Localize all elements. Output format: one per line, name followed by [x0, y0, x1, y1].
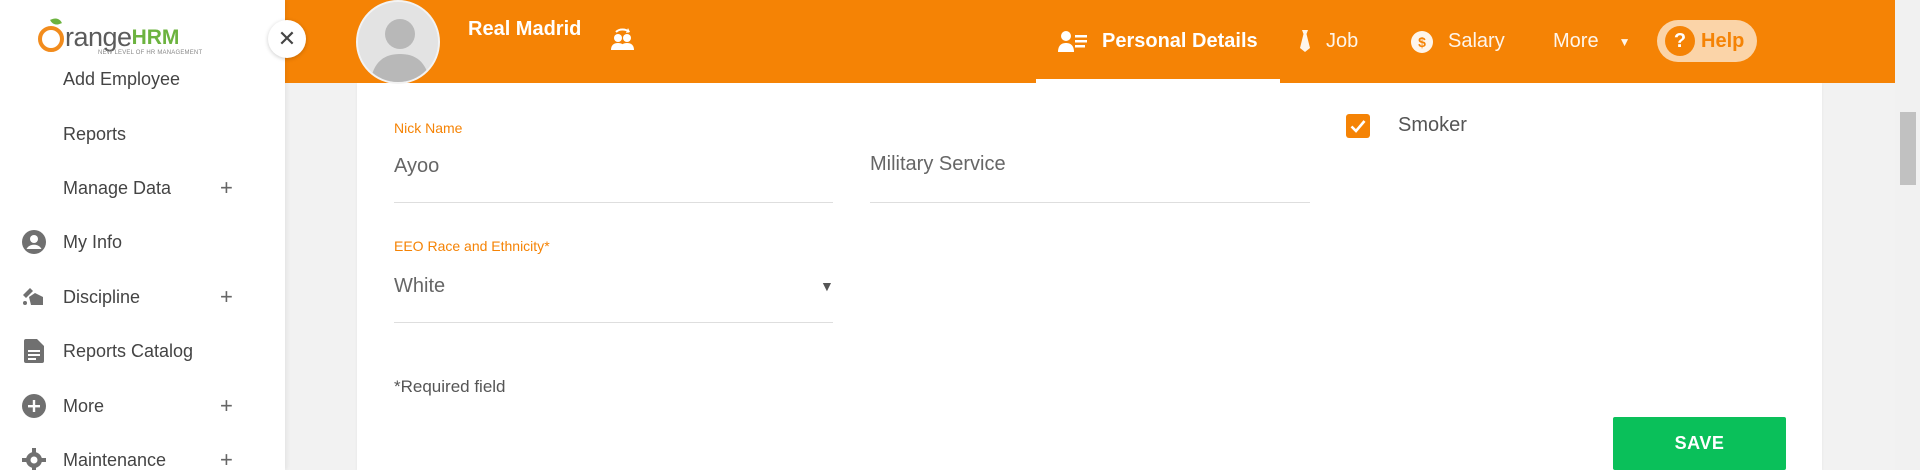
tab-personal-details[interactable]: Personal Details	[1058, 0, 1258, 83]
sidebar: range HRM NEW LEVEL OF HR MANAGEMENT Add…	[0, 0, 285, 470]
sidebar-item-manage-data[interactable]: Manage Data +	[0, 168, 285, 208]
nick-name-underline	[394, 202, 833, 203]
military-service-underline	[870, 202, 1310, 203]
tie-icon	[1298, 29, 1312, 54]
svg-text:$: $	[1418, 34, 1426, 50]
tab-label: Job	[1326, 30, 1359, 52]
help-icon: ?	[1665, 26, 1695, 56]
sidebar-item-label: Reports	[63, 123, 127, 144]
document-icon	[21, 338, 47, 364]
sidebar-item-label: My Info	[63, 231, 123, 252]
tab-salary[interactable]: $ Salary	[1410, 0, 1505, 83]
avatar-placeholder-icon	[358, 2, 438, 82]
user-circle-icon	[21, 229, 47, 255]
smoker-label: Smoker	[1398, 114, 1467, 136]
switch-employee-icon[interactable]	[608, 24, 636, 52]
military-service-input[interactable]: Military Service	[870, 153, 1006, 176]
active-tab-indicator	[1036, 79, 1280, 83]
caret-down-icon: ▼	[1618, 34, 1631, 49]
nick-name-label: Nick Name	[394, 120, 463, 136]
sidebar-item-reports-catalog[interactable]: Reports Catalog	[0, 331, 285, 371]
close-sidebar-button[interactable]: ✕	[268, 20, 306, 58]
tab-more[interactable]: More ▼	[1553, 0, 1630, 83]
nick-name-field: Nick Name	[394, 120, 462, 136]
help-label: Help	[1701, 29, 1745, 52]
sidebar-item-label: Maintenance	[63, 449, 167, 470]
required-asterisk: *	[544, 238, 550, 254]
employee-name: Real Madrid	[468, 18, 582, 40]
sidebar-item-maintenance[interactable]: Maintenance +	[0, 440, 285, 470]
scrollbar-thumb[interactable]	[1900, 112, 1916, 185]
sidebar-item-label: More	[63, 395, 105, 416]
expand-plus-icon[interactable]: +	[220, 175, 233, 201]
sidebar-item-label: Add Employee	[63, 68, 181, 89]
sidebar-item-add-employee[interactable]: Add Employee	[0, 59, 285, 99]
required-field-note: *Required field	[394, 377, 506, 396]
page-scrollbar[interactable]	[1895, 0, 1920, 470]
eeo-race-select[interactable]: White	[394, 275, 445, 298]
personal-details-icon	[1058, 30, 1088, 54]
help-button[interactable]: ? Help	[1657, 20, 1757, 62]
discipline-icon	[21, 284, 47, 310]
save-button[interactable]: SAVE	[1613, 417, 1786, 470]
avatar[interactable]	[356, 0, 440, 84]
close-icon: ✕	[277, 26, 297, 51]
expand-plus-icon[interactable]: +	[220, 447, 233, 470]
sidebar-item-label: Manage Data	[63, 177, 172, 198]
sidebar-item-my-info[interactable]: My Info	[0, 222, 285, 262]
sidebar-item-discipline[interactable]: Discipline +	[0, 277, 285, 317]
tab-label: More	[1553, 30, 1599, 52]
tab-label: Salary	[1448, 30, 1505, 52]
checkmark-icon	[1350, 120, 1366, 133]
dropdown-arrow-icon[interactable]: ▼	[820, 278, 834, 294]
logo-text: range	[65, 22, 132, 52]
eeo-race-label: EEO Race and Ethnicity	[394, 238, 545, 254]
personal-details-form-card	[357, 83, 1822, 470]
logo-orange-icon	[38, 26, 64, 52]
employee-header: Real Madrid Personal Details Job $ Salar…	[285, 0, 1895, 84]
sidebar-item-reports[interactable]: Reports	[0, 114, 285, 154]
eeo-race-field: EEO Race and Ethnicity*	[394, 238, 550, 254]
sidebar-item-more[interactable]: More +	[0, 386, 285, 426]
expand-plus-icon[interactable]: +	[220, 393, 233, 419]
smoker-checkbox[interactable]	[1346, 114, 1370, 138]
dollar-icon: $	[1410, 30, 1434, 54]
sidebar-item-label: Discipline	[63, 286, 141, 307]
expand-plus-icon[interactable]: +	[220, 284, 233, 310]
tab-label: Personal Details	[1102, 30, 1258, 52]
logo-hrm: HRM	[131, 26, 180, 49]
tab-job[interactable]: Job	[1298, 0, 1358, 83]
nick-name-input[interactable]: Ayoo	[394, 155, 439, 178]
logo-tagline: NEW LEVEL OF HR MANAGEMENT	[98, 50, 203, 56]
sidebar-item-label: Reports Catalog	[63, 340, 194, 361]
eeo-race-underline	[394, 322, 833, 323]
gear-icon	[21, 447, 47, 470]
plus-circle-icon	[21, 393, 47, 419]
